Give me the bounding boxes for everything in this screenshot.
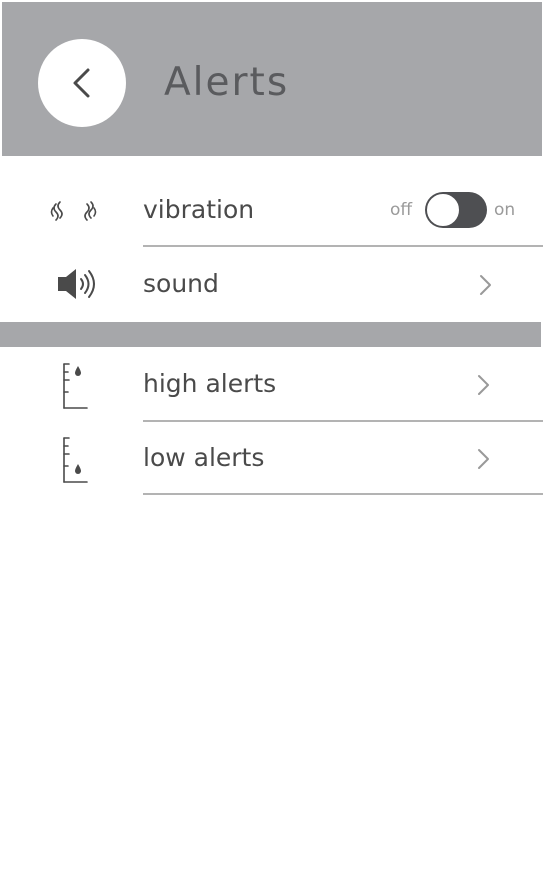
chevron-right-icon (478, 449, 489, 469)
toggle-on-label: on (494, 200, 516, 220)
header-bar: Alerts (2, 2, 542, 156)
high-alerts-row[interactable]: high alerts (0, 348, 544, 422)
divider (143, 493, 543, 495)
high-alerts-label: high alerts (143, 369, 277, 398)
sound-row[interactable]: sound (0, 248, 544, 322)
divider (143, 245, 543, 247)
chevron-right-icon (478, 375, 489, 395)
speaker-icon (42, 248, 112, 322)
low-glucose-icon (42, 422, 112, 496)
high-glucose-icon (42, 348, 112, 422)
section-separator (0, 322, 541, 347)
sound-label: sound (143, 269, 219, 298)
chevron-left-icon (73, 68, 90, 98)
low-alerts-label: low alerts (143, 443, 265, 472)
back-button[interactable] (38, 39, 126, 127)
toggle-off-label: off (390, 200, 413, 220)
chevron-right-icon (480, 275, 491, 295)
vibration-toggle[interactable] (425, 192, 487, 228)
page-title: Alerts (164, 60, 290, 105)
toggle-knob (426, 193, 460, 227)
vibration-row: vibration off on (0, 174, 544, 248)
vibration-icon (42, 174, 112, 248)
vibration-label: vibration (143, 195, 255, 224)
low-alerts-row[interactable]: low alerts (0, 422, 544, 496)
